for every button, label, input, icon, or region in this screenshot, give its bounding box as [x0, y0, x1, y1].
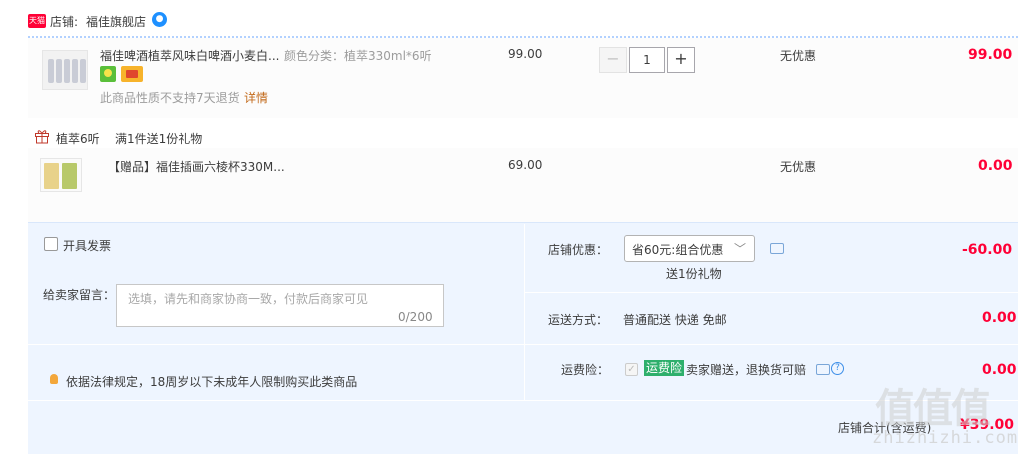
gift-thumbnail[interactable]	[40, 158, 82, 192]
law-notice: 依据法律规定，18周岁以下未成年人限制购买此类商品	[66, 375, 358, 389]
invoice-checkbox[interactable]	[44, 237, 58, 251]
insurance-label: 运费险：	[561, 363, 610, 377]
wangwang-icon[interactable]: ●	[152, 12, 167, 27]
card-badge-icon	[121, 66, 143, 82]
quantity-increase-button[interactable]: +	[667, 47, 695, 73]
detail-link[interactable]: 详情	[244, 89, 268, 106]
return-note: 此商品性质不支持7天退货	[100, 91, 240, 105]
insurance-checkbox[interactable]: ✓	[625, 363, 638, 376]
shop-promo-label: 店铺优惠：	[548, 243, 609, 257]
chevron-down-icon[interactable]: ﹀	[734, 240, 746, 257]
item-title-link[interactable]: 福佳啤酒植萃风味白啤酒小麦白...	[100, 47, 282, 64]
item-unit-price: 99.00	[508, 47, 543, 61]
insurance-tag: 运费险	[644, 360, 685, 376]
shop-header: 天猫 店铺: 福佳旗舰店 ●	[28, 0, 1018, 38]
shop-label: 店铺:	[50, 15, 79, 29]
help-icon[interactable]: ?	[831, 362, 844, 375]
item-subtotal: 99.00	[968, 47, 1013, 63]
comment-icon[interactable]	[816, 364, 830, 375]
message-placeholder: 选填，请先和商家协商一致，付款后商家可见	[128, 292, 369, 306]
message-label: 给卖家留言：	[43, 288, 116, 302]
shipping-method: 普通配送 快递 免邮	[623, 313, 727, 327]
gift-unit-price: 69.00	[508, 158, 543, 172]
gift-group-label: 植萃6听	[56, 132, 100, 146]
bulb-icon	[50, 374, 58, 384]
shipping-label: 运送方式：	[548, 313, 609, 327]
promo-amount: -60.00	[962, 242, 1013, 258]
quantity-decrease-button[interactable]: −	[599, 47, 627, 73]
watermark: 值值值	[875, 386, 991, 432]
watermark-site: zhizhizhi.com	[872, 428, 1019, 448]
shipping-amount: 0.00	[982, 310, 1017, 326]
service-badge-icon	[100, 66, 116, 82]
comment-icon[interactable]	[770, 243, 784, 254]
gift-item-title-link[interactable]: 【赠品】福佳插画六棱杯330M...	[108, 158, 285, 175]
insurance-text: 卖家赠送，退换货可赔	[686, 363, 807, 377]
promo-gift-note: 送1份礼物	[666, 267, 722, 281]
shop-promo-value[interactable]: 省60元:组合优惠	[632, 241, 723, 258]
item-sku: 颜色分类：植萃330ml*6听	[284, 49, 432, 63]
tmall-badge: 天猫	[28, 14, 46, 28]
item-discount: 无优惠	[780, 49, 817, 63]
product-thumbnail[interactable]	[42, 50, 88, 90]
gift-subtotal: 0.00	[978, 158, 1013, 174]
gift-group-rule: 满1件送1份礼物	[115, 132, 203, 146]
gift-icon	[35, 130, 49, 144]
invoice-label[interactable]: 开具发票	[63, 237, 111, 254]
message-char-count: 0/200	[398, 310, 433, 324]
gift-discount: 无优惠	[780, 160, 817, 174]
quantity-input[interactable]: 1	[629, 47, 665, 73]
shop-name-link[interactable]: 福佳旗舰店	[86, 13, 146, 30]
